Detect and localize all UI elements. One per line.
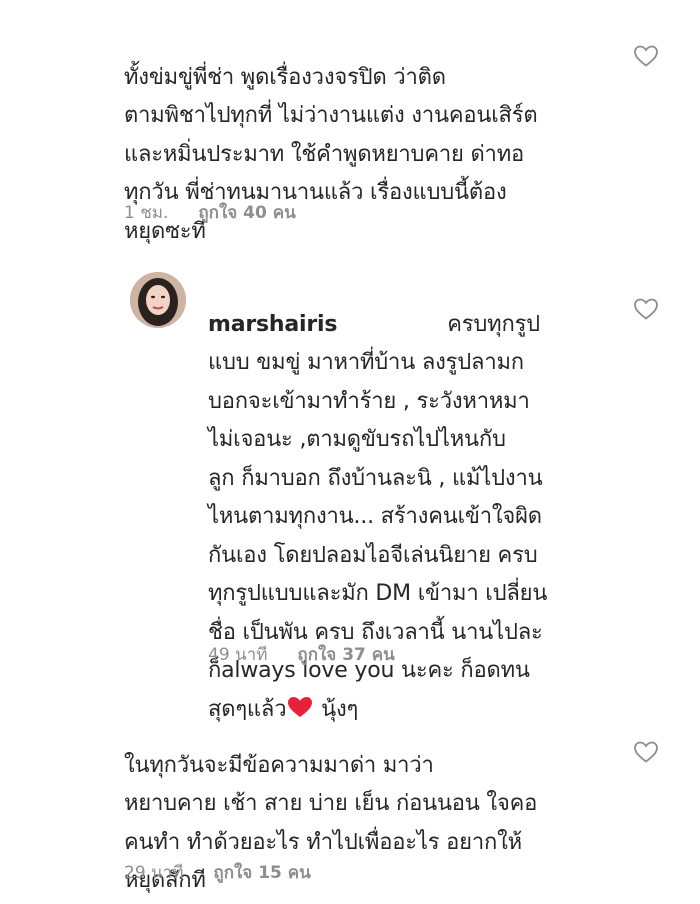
timestamp: 29 นาที [124, 863, 184, 883]
avatar-image [130, 272, 186, 328]
likes-count[interactable]: ถูกใจ 40 คน [198, 203, 295, 223]
comment-body-first: ครบทุกรูป [447, 311, 540, 337]
heart-outline-icon [634, 298, 658, 320]
blurred-name [337, 314, 447, 336]
comment-meta: 49 นาที ถูกใจ 37 คน [208, 641, 395, 668]
avatar[interactable] [130, 272, 186, 328]
comment-body: แบบ ขมขู่ มาหาที่บ้าน ลงรูปลามก บอกจะเข้… [208, 350, 548, 683]
like-button[interactable] [633, 297, 659, 321]
like-button[interactable] [633, 44, 659, 68]
likes-count[interactable]: ถูกใจ 37 คน [297, 645, 394, 665]
heart-outline-icon [634, 45, 658, 67]
username[interactable]: marshairis [208, 312, 337, 337]
likes-count[interactable]: ถูกใจ 15 คน [213, 863, 310, 883]
comment-meta: 1 ชม. ถูกใจ 40 คน [124, 199, 296, 226]
like-button[interactable] [633, 740, 659, 764]
comment-meta: 29 นาที ถูกใจ 15 คน [124, 859, 311, 886]
timestamp: 49 นาที [208, 645, 268, 665]
heart-outline-icon [634, 741, 658, 763]
timestamp: 1 ชม. [124, 203, 169, 223]
